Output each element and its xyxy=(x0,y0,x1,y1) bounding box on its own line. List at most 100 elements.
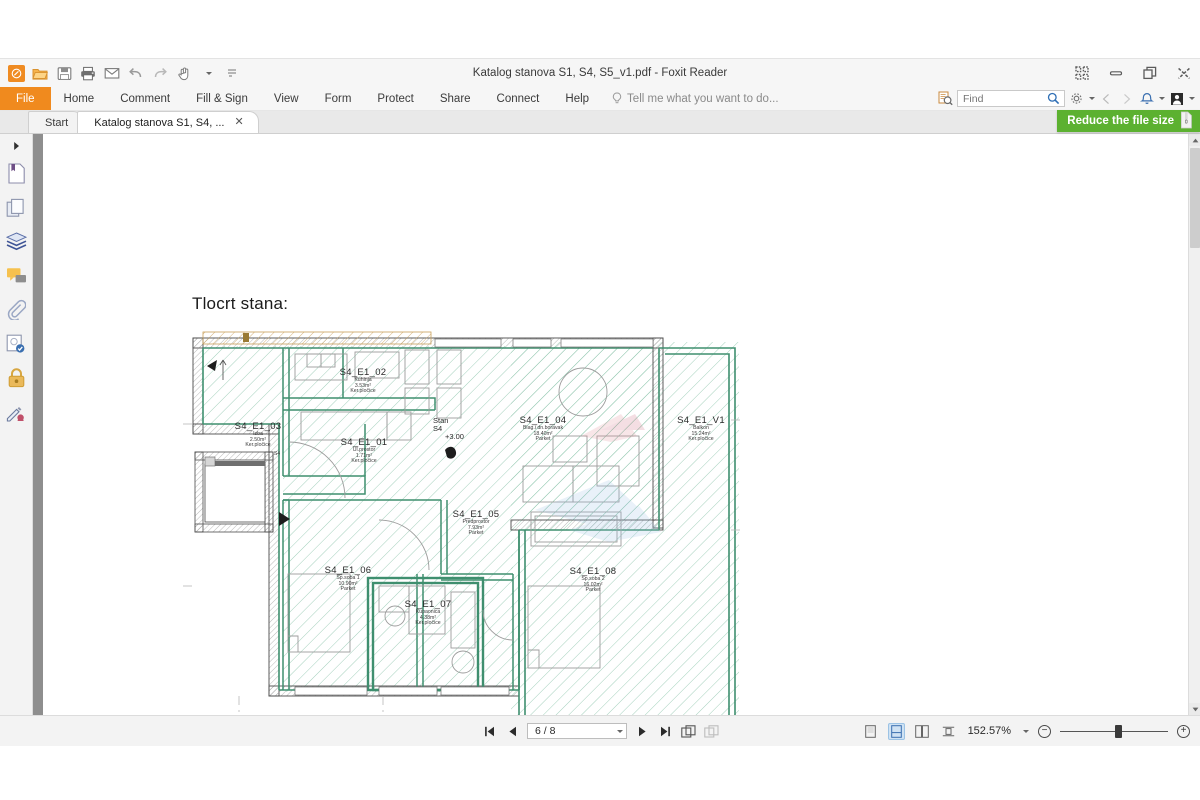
sidebar-item-page-thumbnails[interactable] xyxy=(4,198,28,222)
next-page-button[interactable] xyxy=(634,722,650,740)
search-pdf-icon[interactable] xyxy=(937,90,954,107)
stamps-icon xyxy=(6,334,26,359)
menu-item-help[interactable]: Help xyxy=(552,87,602,110)
zoom-level-label: 152.57% xyxy=(967,725,1011,737)
account-avatar-icon[interactable] xyxy=(1168,90,1185,107)
menu-item-connect[interactable]: Connect xyxy=(484,87,553,110)
redo-icon[interactable] xyxy=(149,62,171,84)
menu-bar-right xyxy=(937,87,1200,110)
floor-plan-drawing: S4_E1_03 Izba 2.50m² Ker.pločice S4_E1_0… xyxy=(183,324,743,715)
tell-me-box[interactable]: Tell me what you want to do... xyxy=(602,87,789,110)
floor-plan-svg xyxy=(183,331,743,715)
page-number-input[interactable]: 6 / 8 xyxy=(527,723,627,739)
menu-item-protect[interactable]: Protect xyxy=(364,87,426,110)
notifications-dropdown-caret[interactable] xyxy=(1159,97,1165,100)
zoom-out-button[interactable]: − xyxy=(1038,724,1051,738)
sidebar-item-comments[interactable] xyxy=(4,266,28,290)
sidebar-item-layers[interactable] xyxy=(4,232,28,256)
page-thumbnails-icon xyxy=(6,198,26,223)
zoom-dropdown-caret[interactable] xyxy=(1023,729,1029,733)
continuous-view-icon[interactable] xyxy=(887,722,905,740)
single-page-view-icon[interactable] xyxy=(862,723,879,740)
settings-dropdown-caret[interactable] xyxy=(1089,97,1095,100)
zoom-in-button[interactable]: + xyxy=(1177,724,1190,738)
window-controls xyxy=(1072,59,1194,87)
sidebar-item-attachments[interactable] xyxy=(4,299,28,325)
foxit-logo-mark xyxy=(7,64,25,82)
title-bar: Katalog stanova S1, S4, S5_v1.pdf - Foxi… xyxy=(0,59,1200,87)
notifications-bell-icon[interactable] xyxy=(1138,90,1155,107)
minimize-button[interactable] xyxy=(1106,63,1126,83)
document-body: Tlocrt stana: S4_E1_03 Izba 2.50m² Ker.p… xyxy=(0,134,1200,715)
search-icon xyxy=(1047,92,1060,105)
document-view[interactable]: Tlocrt stana: S4_E1_03 Izba 2.50m² Ker.p… xyxy=(43,134,1200,715)
zoom-slider-thumb[interactable] xyxy=(1115,724,1122,738)
open-icon[interactable] xyxy=(29,62,51,84)
find-input-wrapper[interactable] xyxy=(957,90,1065,107)
app-root: Katalog stanova S1, S4, S5_v1.pdf - Foxi… xyxy=(0,0,1200,800)
tab-start[interactable]: Start xyxy=(28,111,84,133)
menu-item-fill-and-sign[interactable]: Fill & Sign xyxy=(183,87,261,110)
menu-item-comment[interactable]: Comment xyxy=(107,87,183,110)
compress-file-icon xyxy=(1180,111,1193,132)
restore-button[interactable] xyxy=(1140,63,1160,83)
page-number-dropdown-caret[interactable] xyxy=(617,729,623,733)
email-icon[interactable] xyxy=(101,62,123,84)
sidebar-item-stamps[interactable] xyxy=(4,334,28,358)
print-icon[interactable] xyxy=(77,62,99,84)
panel-divider xyxy=(33,134,43,715)
menu-item-home[interactable]: Home xyxy=(51,87,108,110)
menu-item-share[interactable]: Share xyxy=(427,87,484,110)
menu-bar: File Home Comment Fill & Sign View Form … xyxy=(0,87,1200,111)
tell-me-label: Tell me what you want to do... xyxy=(627,92,779,105)
foxit-reader-window: Katalog stanova S1, S4, S5_v1.pdf - Foxi… xyxy=(0,58,1200,746)
hand-tool-icon[interactable] xyxy=(173,62,195,84)
pdf-page: Tlocrt stana: S4_E1_03 Izba 2.50m² Ker.p… xyxy=(43,134,1188,715)
undo-icon[interactable] xyxy=(125,62,147,84)
page-title: Tlocrt stana: xyxy=(192,294,289,313)
menu-item-view[interactable]: View xyxy=(261,87,312,110)
save-icon[interactable] xyxy=(53,62,75,84)
fit-page-button[interactable] xyxy=(680,722,696,740)
scrollbar-thumb[interactable] xyxy=(1190,148,1200,248)
previous-page-button[interactable] xyxy=(504,722,520,740)
scroll-up-arrow[interactable] xyxy=(1189,134,1200,146)
bookmarks-icon xyxy=(7,163,26,189)
sidebar-item-bookmarks[interactable] xyxy=(4,163,28,189)
document-vertical-scrollbar[interactable] xyxy=(1188,134,1200,715)
facing-view-icon[interactable] xyxy=(914,723,931,740)
sidebar-item-security[interactable] xyxy=(4,367,28,393)
sidebar-item-digital-signature[interactable] xyxy=(4,402,28,426)
gear-icon[interactable] xyxy=(1068,90,1085,107)
scroll-down-arrow[interactable] xyxy=(1189,703,1200,715)
attachments-icon xyxy=(6,299,27,325)
account-dropdown-caret[interactable] xyxy=(1189,97,1195,100)
quick-access-dropdown-icon[interactable] xyxy=(197,62,219,84)
reduce-file-size-banner[interactable]: Reduce the file size xyxy=(1057,110,1200,132)
foxit-logo-icon[interactable] xyxy=(5,62,27,84)
close-button[interactable] xyxy=(1174,63,1194,83)
tab-close-icon[interactable]: ✕ xyxy=(234,117,243,128)
next-view-icon[interactable] xyxy=(1118,90,1135,107)
first-page-button[interactable] xyxy=(481,722,497,740)
zoom-slider-track xyxy=(1060,730,1168,732)
last-page-button[interactable] xyxy=(657,722,673,740)
quick-access-customize-icon[interactable] xyxy=(221,62,243,84)
tab-document-label: Katalog stanova S1, S4, ... xyxy=(94,116,225,129)
search-input[interactable] xyxy=(963,92,1047,105)
status-bar-right: 152.57% − + xyxy=(862,722,1190,740)
digital-signature-icon xyxy=(6,402,26,427)
split-view-icon[interactable] xyxy=(940,723,957,740)
expand-navigation-panel-button[interactable] xyxy=(0,138,33,154)
zoom-slider[interactable] xyxy=(1060,724,1168,738)
page-number-value: 6 / 8 xyxy=(535,725,556,737)
previous-view-icon[interactable] xyxy=(1098,90,1115,107)
security-icon xyxy=(7,367,26,393)
caret-down xyxy=(205,71,212,75)
menu-item-form[interactable]: Form xyxy=(312,87,365,110)
fit-width-button[interactable] xyxy=(703,722,719,740)
menu-item-file[interactable]: File xyxy=(0,87,51,110)
toolbar-mode-icon[interactable] xyxy=(1072,63,1092,83)
tab-strip: Start Katalog stanova S1, S4, ... ✕ xyxy=(0,111,1200,134)
tab-document[interactable]: Katalog stanova S1, S4, ... ✕ xyxy=(77,111,259,133)
